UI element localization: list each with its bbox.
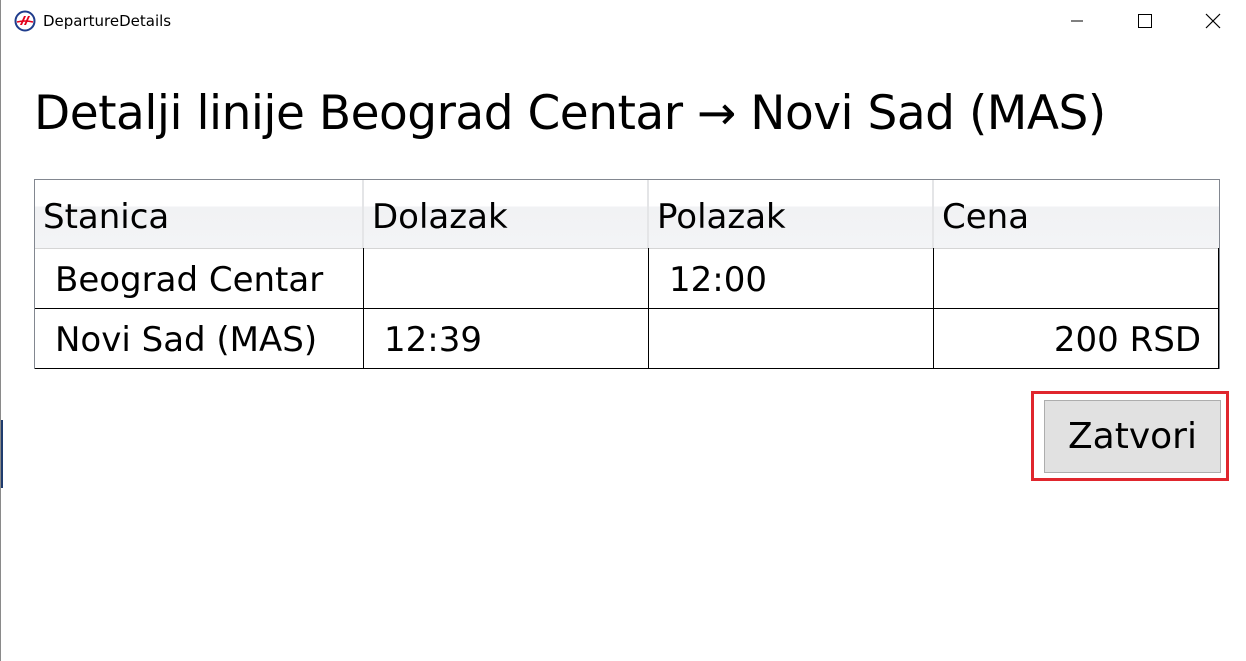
close-icon [1205,13,1221,29]
cell-cena[interactable] [934,248,1219,308]
app-logo-icon [14,10,36,32]
cell-polazak[interactable] [649,309,934,368]
page-title: Detalji linije Beograd Centar → Novi Sad… [34,86,1106,141]
cell-stanica[interactable]: Beograd Centar [35,248,364,308]
cell-cena[interactable]: 200 RSD [934,309,1219,368]
cell-dolazak[interactable] [364,248,649,308]
maximize-button[interactable] [1111,0,1179,42]
minimize-button[interactable] [1043,0,1111,42]
window-close-button[interactable] [1179,0,1246,42]
column-header-stanica[interactable]: Stanica [35,180,364,248]
close-button[interactable]: Zatvori [1044,400,1221,473]
cell-stanica[interactable]: Novi Sad (MAS) [35,309,364,368]
table-row[interactable]: Beograd Centar 12:00 [35,248,1219,309]
column-header-polazak[interactable]: Polazak [649,180,934,248]
column-header-cena[interactable]: Cena [934,180,1219,248]
departure-table[interactable]: Stanica Dolazak Polazak Cena Beograd Cen… [34,179,1220,369]
cell-polazak[interactable]: 12:00 [649,248,934,308]
departure-details-window: DepartureDetails Detalji linije Beograd … [0,0,1246,661]
minimize-icon [1071,20,1083,22]
cell-dolazak[interactable]: 12:39 [364,309,649,368]
table-row[interactable]: Novi Sad (MAS) 12:39 200 RSD [35,309,1219,369]
table-header-row: Stanica Dolazak Polazak Cena [35,180,1219,249]
maximize-icon [1138,14,1152,28]
title-bar[interactable]: DepartureDetails [1,0,1246,42]
window-edge-accent [1,420,3,488]
column-header-dolazak[interactable]: Dolazak [364,180,649,248]
window-title: DepartureDetails [43,12,172,30]
